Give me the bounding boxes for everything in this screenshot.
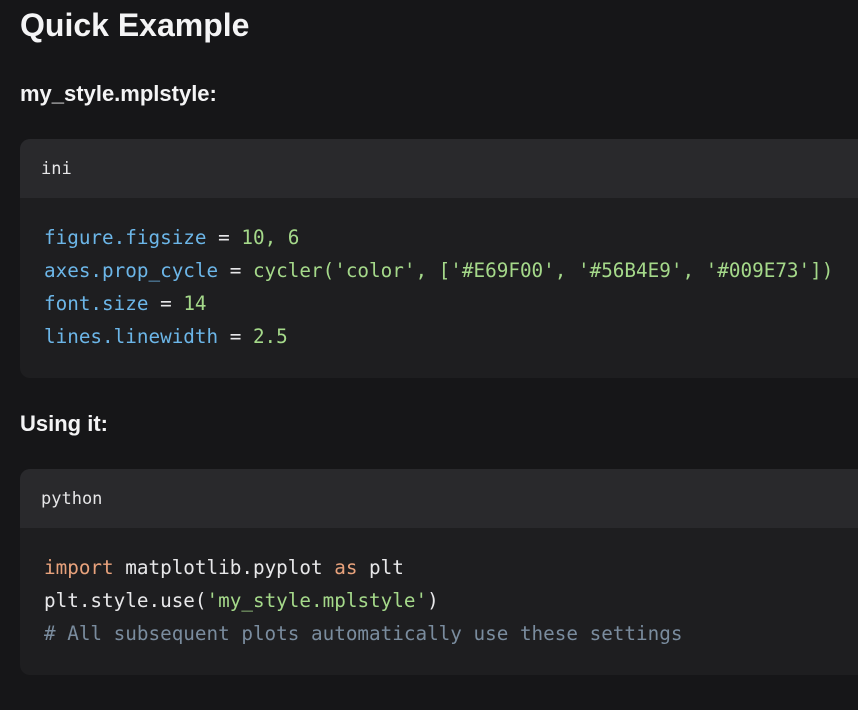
- config-operator: =: [206, 226, 242, 249]
- python-code-body: import matplotlib.pyplot as plt plt.styl…: [20, 528, 858, 675]
- function-call: plt.style.use(: [44, 589, 207, 612]
- ini-code-block: ini figure.figsize = 10, 6 axes.prop_cyc…: [20, 139, 858, 378]
- string-literal: 'my_style.mplstyle': [206, 589, 428, 612]
- keyword-as: as: [334, 556, 358, 579]
- ini-code-body: figure.figsize = 10, 6 axes.prop_cycle =…: [20, 198, 858, 378]
- code-line: figure.figsize = 10, 6: [44, 225, 299, 251]
- module-alias: plt: [357, 556, 404, 579]
- code-line: # All subsequent plots automatically use…: [44, 621, 682, 647]
- code-line: lines.linewidth = 2.5: [44, 324, 288, 350]
- style-file-heading: my_style.mplstyle:: [20, 81, 217, 106]
- config-value: cycler('color', ['#E69F00', '#56B4E9', '…: [252, 259, 834, 282]
- config-operator: =: [218, 325, 253, 348]
- ini-code-language: ini: [41, 159, 72, 179]
- page-title: Quick Example: [20, 7, 250, 43]
- keyword-import: import: [44, 556, 114, 579]
- python-code-block: python import matplotlib.pyplot as plt p…: [20, 469, 858, 675]
- code-line: plt.style.use('my_style.mplstyle'): [44, 588, 439, 614]
- config-key: lines.linewidth: [44, 325, 219, 348]
- config-value: 14: [183, 292, 207, 315]
- code-comment: # All subsequent plots automatically use…: [44, 622, 683, 645]
- config-key: figure.figsize: [44, 226, 207, 249]
- module-name: matplotlib.pyplot: [113, 556, 335, 579]
- config-value: 10, 6: [241, 226, 300, 249]
- config-value: 2.5: [252, 325, 288, 348]
- code-line: font.size = 14: [44, 291, 207, 317]
- config-operator: =: [218, 259, 253, 282]
- config-key: axes.prop_cycle: [44, 259, 219, 282]
- python-code-header: python: [20, 469, 858, 528]
- config-key: font.size: [44, 292, 149, 315]
- config-operator: =: [148, 292, 184, 315]
- ini-code-header: ini: [20, 139, 858, 198]
- code-line: import matplotlib.pyplot as plt: [44, 555, 404, 581]
- code-line: axes.prop_cycle = cycler('color', ['#E69…: [44, 258, 833, 284]
- using-heading: Using it:: [20, 411, 108, 436]
- python-code-language: python: [41, 489, 103, 509]
- close-paren: ): [427, 589, 439, 612]
